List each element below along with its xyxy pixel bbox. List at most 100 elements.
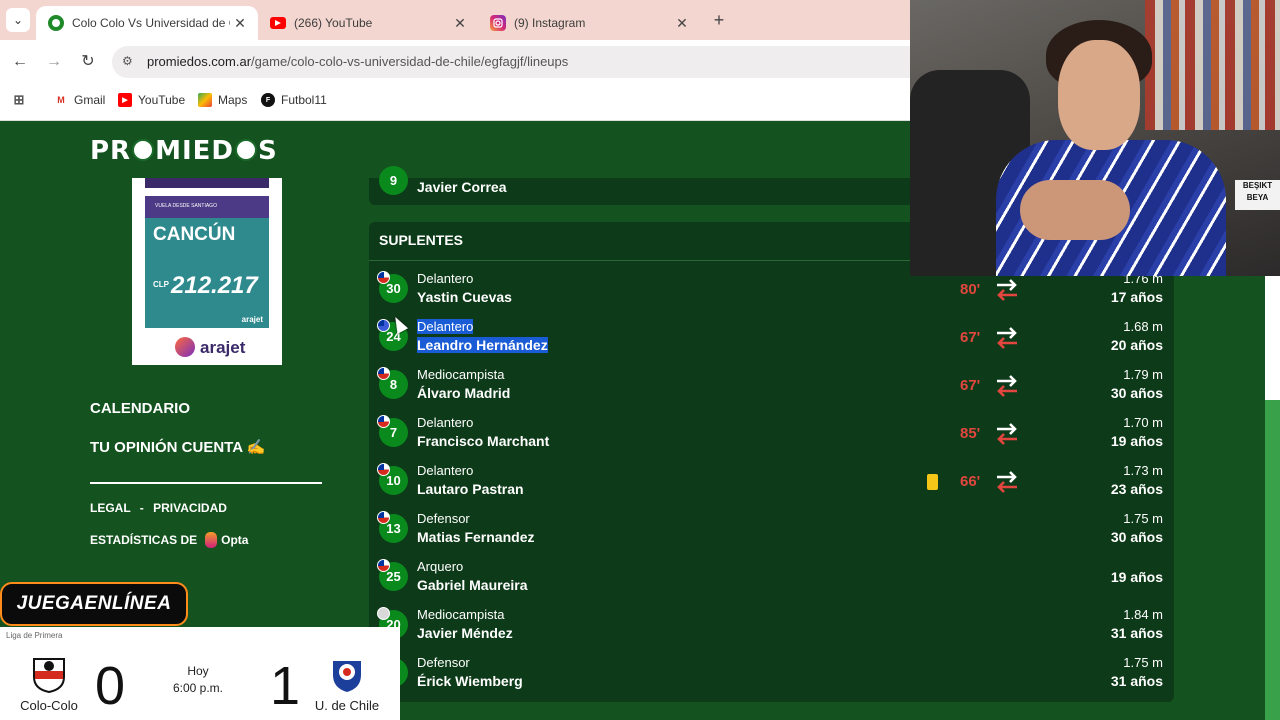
chile-flag-icon	[377, 607, 390, 620]
url-text: promiedos.com.ar/game/colo-colo-vs-unive…	[147, 54, 568, 69]
player-position: Delantero	[417, 415, 474, 430]
tab-youtube[interactable]: (266) YouTube ✕	[258, 6, 478, 40]
sign-text: BEŞIKT	[1242, 181, 1273, 190]
legal-link[interactable]: LEGAL	[90, 501, 130, 515]
player-name[interactable]: Érick Wiemberg	[417, 673, 523, 689]
ball-icon	[234, 139, 257, 161]
bookmark-label: Futbol11	[281, 93, 327, 107]
yellow-card-icon	[927, 474, 938, 490]
tab-promiedos[interactable]: Colo Colo Vs Universidad de Ch ✕	[36, 6, 258, 40]
webcam-background	[1145, 0, 1280, 130]
calendario-link[interactable]: CALENDARIO	[90, 400, 190, 417]
player-height: 1.84 m	[1123, 607, 1163, 622]
ad-brand: arajet	[200, 338, 246, 357]
ad-header: VUELA DESDE SANTIAGO	[145, 196, 269, 218]
substitution-minute: 85'	[960, 425, 981, 442]
youtube-icon	[270, 17, 286, 29]
opta-logo-icon	[205, 532, 218, 548]
privacidad-link[interactable]: PRIVACIDAD	[153, 501, 227, 515]
player-name[interactable]: Francisco Marchant	[417, 433, 549, 449]
player-height: 1.68 m	[1123, 319, 1163, 334]
tab-title: (266) YouTube	[294, 16, 373, 30]
chevron-down-icon: ⌄	[12, 13, 24, 27]
page-edge-green	[1265, 400, 1280, 720]
bookmark-youtube[interactable]: ▶ YouTube	[118, 93, 185, 107]
substitution-arrows-icon	[993, 468, 1021, 496]
tab-strip: ⌄ Colo Colo Vs Universidad de Ch ✕ (266)…	[0, 0, 910, 40]
close-tab-icon[interactable]: ✕	[672, 15, 692, 32]
chile-flag-icon	[377, 559, 390, 572]
player-height: 1.79 m	[1123, 367, 1163, 382]
bookmark-maps[interactable]: Maps	[198, 93, 247, 107]
bookmark-label: Gmail	[74, 93, 106, 107]
match-day: Hoy	[187, 664, 209, 678]
apps-grid-icon: ⊞	[13, 92, 25, 107]
tab-instagram[interactable]: (9) Instagram ✕	[478, 6, 700, 40]
substitutes-title: SUPLENTES	[379, 232, 464, 248]
bookmarks-bar: ⊞ M Gmail ▶ YouTube Maps F Futbol11	[0, 84, 910, 121]
player-name[interactable]: Lautaro Pastran	[417, 481, 524, 497]
player-position: Delantero	[417, 463, 474, 478]
reload-button[interactable]: ↻	[77, 51, 99, 73]
close-tab-icon[interactable]: ✕	[230, 15, 250, 32]
home-team-name: Colo-Colo	[20, 698, 78, 713]
chile-flag-icon	[377, 463, 390, 476]
home-score: 0	[95, 656, 126, 716]
player-height: 1.70 m	[1123, 415, 1163, 430]
url-domain: promiedos.com.ar	[147, 54, 252, 69]
arajet-logo-icon	[175, 337, 195, 357]
match-time: Hoy 6:00 p.m.	[160, 663, 236, 697]
tab-search-button[interactable]: ⌄	[6, 8, 30, 32]
logo-text: PR	[90, 136, 132, 166]
writing-hand-icon: ✍	[246, 439, 266, 456]
promiedos-logo[interactable]: PR MIED S	[90, 136, 278, 166]
new-tab-button[interactable]: +	[708, 10, 730, 32]
promiedos-icon	[48, 15, 64, 31]
chile-flag-icon	[377, 511, 390, 524]
player-age: 31 años	[1110, 625, 1163, 641]
away-score: 1	[270, 656, 301, 716]
player-number: 9	[379, 166, 408, 195]
page-edge	[1265, 276, 1280, 400]
close-tab-icon[interactable]: ✕	[450, 15, 470, 32]
player-position: Delantero	[417, 319, 474, 334]
player-name[interactable]: Gabriel Maureira	[417, 577, 528, 593]
sidebar-divider	[90, 482, 322, 484]
reload-icon: ↻	[81, 53, 95, 70]
sign-text: BEYA	[1246, 193, 1269, 202]
player-name[interactable]: Javier Correa	[417, 179, 507, 195]
url-path: /game/colo-colo-vs-universidad-de-chile/…	[251, 54, 569, 69]
player-age: 23 años	[1110, 481, 1163, 497]
player-name[interactable]: Leandro Hernández	[417, 337, 548, 353]
colo-colo-crest-icon	[33, 658, 65, 693]
player-position: Defensor	[417, 511, 470, 526]
substitution-arrows-icon	[993, 372, 1021, 400]
ball-icon	[132, 139, 155, 161]
arrow-left-icon: ←	[12, 53, 28, 70]
player-position: Arquero	[417, 559, 464, 574]
arajet-ad[interactable]: VUELA DESDE SANTIAGO CANCÚN CLP 212.217 …	[132, 178, 282, 365]
player-position: Mediocampista	[417, 367, 505, 382]
player-height: 1.75 m	[1123, 655, 1163, 670]
substitution-minute: 80'	[960, 281, 981, 298]
apps-button[interactable]: ⊞	[12, 92, 32, 107]
url-field[interactable]: ⚙ promiedos.com.ar/game/colo-colo-vs-uni…	[112, 46, 910, 78]
opinion-link[interactable]: TU OPINIÓN CUENTA ✍	[90, 438, 265, 456]
bookmark-gmail[interactable]: M Gmail	[54, 93, 105, 107]
webcam-person-hands	[1020, 180, 1130, 240]
legal-links: LEGAL - PRIVACIDAD	[90, 501, 227, 515]
player-name[interactable]: Javier Méndez	[417, 625, 513, 641]
webcam-sign: BEŞIKT BEYA	[1235, 180, 1280, 210]
scoreboard: Liga de Primera Colo-Colo 0 Hoy 6:00 p.m.…	[0, 627, 400, 720]
player-name[interactable]: Álvaro Madrid	[417, 385, 510, 401]
player-age: 30 años	[1110, 385, 1163, 401]
player-name[interactable]: Matias Fernandez	[417, 529, 534, 545]
site-info-icon[interactable]: ⚙	[122, 54, 138, 70]
player-name[interactable]: Yastin Cuevas	[417, 289, 512, 305]
back-button[interactable]: ←	[9, 51, 31, 73]
link-separator: -	[139, 501, 144, 515]
forward-button[interactable]: →	[43, 51, 65, 73]
player-height: 1.75 m	[1123, 511, 1163, 526]
chile-flag-icon	[377, 271, 390, 284]
bookmark-futbol11[interactable]: F Futbol11	[261, 93, 327, 107]
